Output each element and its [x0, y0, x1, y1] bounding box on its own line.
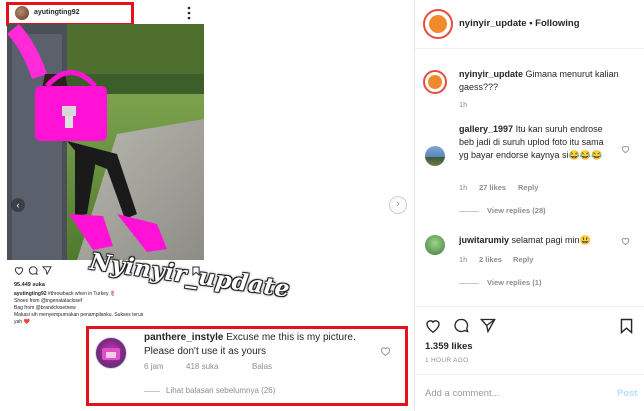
- comment-icon[interactable]: [28, 266, 38, 275]
- following-label[interactable]: • Following: [529, 18, 579, 29]
- username-highlight-box: [6, 2, 134, 26]
- carousel-prev-button[interactable]: ‹: [11, 198, 25, 212]
- original-caption: ayutingting92 #throwback when in Turkey …: [14, 291, 164, 326]
- comment-1-replies-divider: [459, 211, 479, 212]
- author-username[interactable]: nyinyir_update: [459, 18, 527, 29]
- post-caption: nyinyir_update Gimana menurut kalian gae…: [459, 68, 635, 94]
- header-divider: [415, 48, 644, 49]
- comment-2-reply[interactable]: Reply: [513, 255, 533, 264]
- like-heart-icon[interactable]: [14, 266, 24, 275]
- comment-1-reply[interactable]: Reply: [518, 183, 538, 192]
- post-bookmark-icon[interactable]: [620, 318, 633, 334]
- comment-1-view-replies[interactable]: View replies (28): [487, 206, 546, 215]
- caption-time: 1h: [459, 100, 468, 109]
- comment-1-username[interactable]: gallery_1997: [459, 124, 513, 134]
- original-photo: [7, 24, 204, 260]
- post-sidebar: nyinyir_update • Following nyinyir_updat…: [414, 0, 644, 411]
- carousel-next-button[interactable]: ›: [389, 196, 407, 214]
- caption-line-3: Bag from @brandclosetnew: [14, 305, 76, 311]
- comment-highlight-box: [86, 326, 408, 406]
- post-comment-button[interactable]: Post: [617, 388, 638, 399]
- add-comment-divider: [415, 374, 644, 375]
- share-icon[interactable]: [42, 266, 52, 275]
- actions-divider: [415, 306, 644, 307]
- caption-line-4: Makasi sih menyempurnakan penampilanku. …: [14, 312, 144, 318]
- comment-1-likes[interactable]: 27 likes: [479, 183, 506, 192]
- post-time-ago: 1 HOUR AGO: [425, 357, 469, 364]
- author-avatar[interactable]: [423, 9, 453, 39]
- comment-1-time: 1h: [459, 183, 468, 192]
- comment-2-replies-divider: [459, 283, 479, 284]
- comment-1-like-icon[interactable]: [621, 145, 630, 153]
- comment-1-text-block: gallery_1997 Itu kan suruh endrose beb j…: [459, 123, 609, 162]
- caption-avatar[interactable]: [423, 70, 447, 94]
- add-comment-input[interactable]: Add a comment...: [425, 388, 499, 399]
- caption-line-5: yah ❤️: [14, 319, 30, 325]
- post-share-icon[interactable]: [480, 318, 496, 333]
- post-header-text: nyinyir_update • Following: [459, 18, 580, 29]
- comment-2-username[interactable]: juwitarumiy: [459, 235, 509, 245]
- comment-2-text: selamat pagi min😃: [511, 235, 591, 245]
- post-likes-count[interactable]: 1.359 likes: [425, 341, 473, 352]
- caption-author[interactable]: nyinyir_update: [459, 69, 523, 79]
- comment-2-avatar[interactable]: [425, 235, 445, 255]
- comment-2-time: 1h: [459, 255, 468, 264]
- comment-2-text-block: juwitarumiy selamat pagi min😃: [459, 234, 619, 247]
- caption-username: ayutingting92: [14, 291, 47, 297]
- comment-2-like-icon[interactable]: [621, 237, 630, 245]
- original-likes: 95.449 suka: [14, 282, 45, 288]
- comment-2-view-replies[interactable]: View replies (1): [487, 278, 541, 287]
- post-like-icon[interactable]: [425, 318, 441, 333]
- post-comment-icon[interactable]: [453, 318, 469, 333]
- caption-line-2: Shoes from @ingenatalaclosef: [14, 298, 83, 304]
- reposted-screenshot: ayutingting92 ‹ 95.449 suka ayutingting9…: [0, 0, 414, 411]
- more-options-icon[interactable]: [187, 6, 191, 20]
- comment-1-avatar[interactable]: [425, 146, 445, 166]
- caption-line-1: #throwback when in Turkey 🌷: [47, 291, 117, 297]
- comment-2-likes[interactable]: 2 likes: [479, 255, 502, 264]
